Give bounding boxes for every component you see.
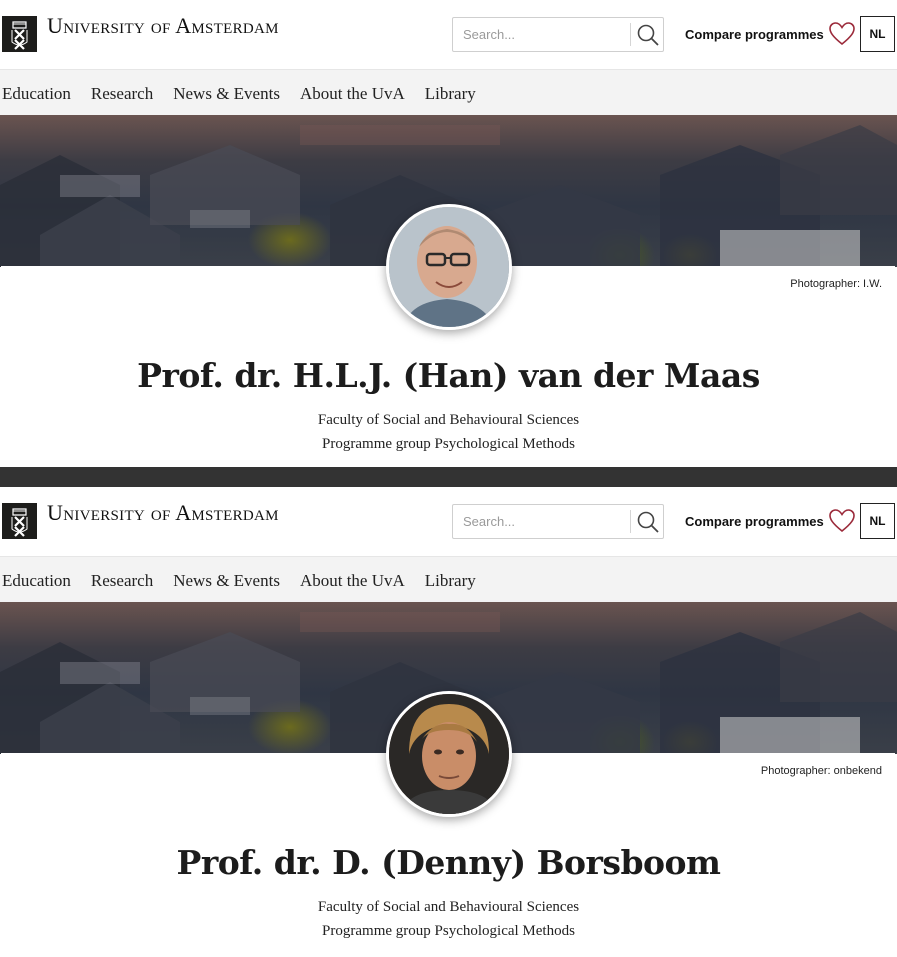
programme-group-label: Programme group Psychological Methods xyxy=(322,436,575,452)
uva-logo[interactable] xyxy=(2,503,37,539)
nav-item-library[interactable]: Library xyxy=(425,84,476,104)
portrait-image xyxy=(389,207,509,327)
search-input[interactable] xyxy=(453,18,629,51)
nav-item-education[interactable]: Education xyxy=(2,571,71,591)
nav-item-about[interactable]: About the UvA xyxy=(300,571,405,591)
programme-group-label: Programme group Psychological Methods xyxy=(322,923,575,939)
nav-item-news-events[interactable]: News & Events xyxy=(173,571,280,591)
brand-name[interactable]: University of Amsterdam xyxy=(47,13,279,39)
uva-logo[interactable] xyxy=(2,16,37,52)
nav-item-news-events[interactable]: News & Events xyxy=(173,84,280,104)
nav-item-research[interactable]: Research xyxy=(91,571,153,591)
main-navigation: Education Research News & Events About t… xyxy=(0,70,897,115)
search-divider xyxy=(630,23,631,46)
search-icon[interactable] xyxy=(635,22,661,48)
main-navigation: Education Research News & Events About t… xyxy=(0,557,897,602)
uva-crest-icon xyxy=(2,16,37,52)
search-box xyxy=(452,504,664,539)
search-input[interactable] xyxy=(453,505,629,538)
profile-photo xyxy=(386,204,512,330)
profile-page-2: University of Amsterdam Compare programm… xyxy=(0,487,897,957)
profile-photo xyxy=(386,691,512,817)
nav-item-library[interactable]: Library xyxy=(425,571,476,591)
compare-programmes-label: Compare programmes xyxy=(685,26,824,42)
faculty-label: Faculty of Social and Behavioural Scienc… xyxy=(317,899,580,915)
photo-credit: Photographer: I.W. xyxy=(790,278,882,290)
search-box xyxy=(452,17,664,52)
brand-name[interactable]: University of Amsterdam xyxy=(47,500,279,526)
nav-item-education[interactable]: Education xyxy=(2,84,71,104)
profile-name: Prof. dr. H.L.J. (Han) van der Maas xyxy=(137,356,760,395)
search-icon[interactable] xyxy=(635,509,661,535)
compare-programmes-button[interactable]: Compare programmes xyxy=(685,20,856,48)
language-switch-button[interactable]: NL xyxy=(860,16,895,52)
language-switch-button[interactable]: NL xyxy=(860,503,895,539)
compare-programmes-button[interactable]: Compare programmes xyxy=(685,507,856,535)
nav-item-research[interactable]: Research xyxy=(91,84,153,104)
nav-item-about[interactable]: About the UvA xyxy=(300,84,405,104)
site-header: University of Amsterdam Compare programm… xyxy=(0,0,897,70)
heart-icon xyxy=(828,509,855,533)
faculty-label: Faculty of Social and Behavioural Scienc… xyxy=(317,412,580,428)
photo-credit: Photographer: onbekend xyxy=(760,765,882,777)
profile-page-1: University of Amsterdam Compare programm… xyxy=(0,0,897,467)
uva-crest-icon xyxy=(2,503,37,539)
compare-programmes-label: Compare programmes xyxy=(685,513,824,529)
heart-icon xyxy=(828,22,855,46)
search-divider xyxy=(630,510,631,533)
site-header: University of Amsterdam Compare programm… xyxy=(0,487,897,557)
portrait-image xyxy=(389,694,509,814)
profile-name: Prof. dr. D. (Denny) Borsboom xyxy=(176,843,721,882)
